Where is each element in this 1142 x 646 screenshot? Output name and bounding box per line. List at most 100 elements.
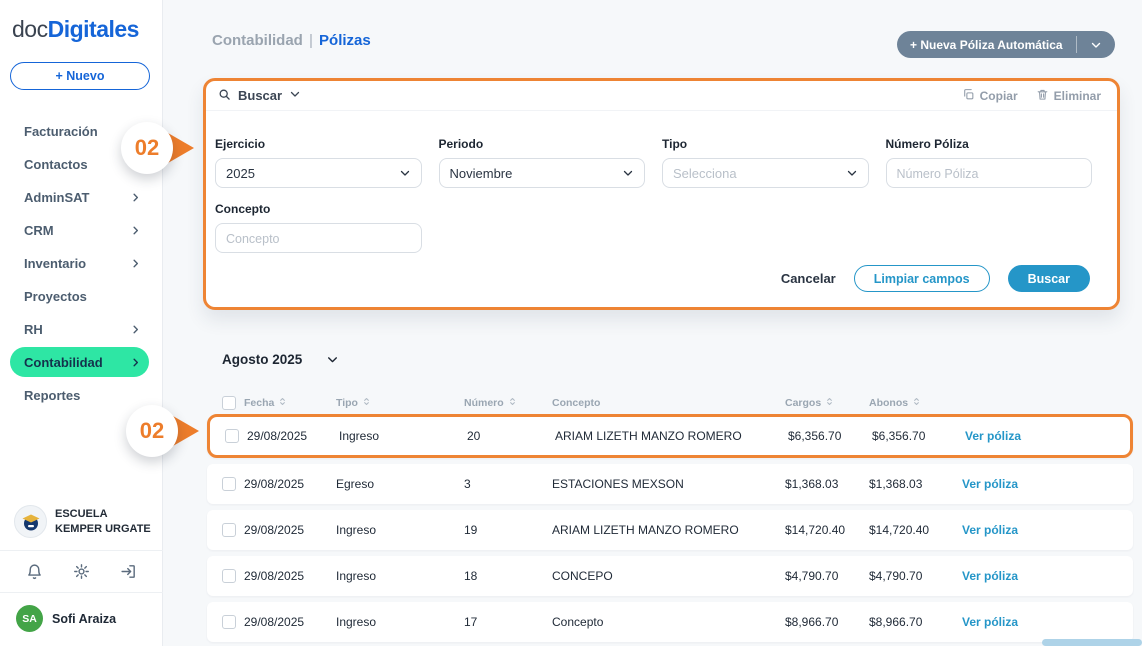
table-row[interactable]: 29/08/2025Ingreso17Concepto$8,966.70$8,9… — [207, 602, 1133, 642]
breadcrumb-section: Contabilidad — [212, 32, 303, 49]
copiar-button[interactable]: Copiar — [962, 88, 1018, 104]
row-checkbox[interactable] — [225, 429, 239, 443]
limpiar-campos-button[interactable]: Limpiar campos — [854, 265, 990, 292]
app-root: docDigitales + Nuevo FacturaciónContacto… — [0, 0, 1142, 646]
cell-tipo: Egreso — [336, 477, 464, 491]
ver-poliza-link[interactable]: Ver póliza — [962, 523, 1133, 537]
column-header-número[interactable]: Número — [464, 396, 552, 410]
table-row[interactable]: 29/08/2025Ingreso19ARIAM LIZETH MANZO RO… — [207, 510, 1133, 550]
sort-icon[interactable] — [912, 396, 921, 410]
sidebar-item-proyectos[interactable]: Proyectos — [10, 281, 149, 311]
sidebar-item-rh[interactable]: RH — [10, 314, 149, 344]
sidebar-item-label: Facturación — [24, 124, 98, 139]
sidebar-item-label: RH — [24, 322, 43, 337]
chevron-right-icon — [130, 357, 141, 368]
eliminar-button[interactable]: Eliminar — [1036, 88, 1101, 104]
ver-poliza-link[interactable]: Ver póliza — [965, 429, 1130, 443]
sidebar-item-label: CRM — [24, 223, 54, 238]
logo-doc-text: doc — [12, 16, 48, 42]
sort-icon[interactable] — [362, 396, 371, 410]
nueva-poliza-automatica-button[interactable]: + Nueva Póliza Automática — [897, 31, 1115, 58]
numero-poliza-input[interactable] — [886, 158, 1093, 188]
chevron-down-icon[interactable] — [326, 353, 339, 366]
user-profile[interactable]: SA Sofi Araiza — [0, 605, 163, 632]
divider — [0, 550, 163, 551]
horizontal-scrollbar[interactable] — [1042, 639, 1142, 646]
sort-icon[interactable] — [278, 396, 287, 410]
chevron-right-icon — [130, 324, 141, 335]
sidebar-item-crm[interactable]: CRM — [10, 215, 149, 245]
buscar-label: Buscar — [238, 88, 282, 103]
panel-actions: Copiar Eliminar — [962, 88, 1101, 104]
sort-icon[interactable] — [825, 396, 834, 410]
column-header-cargos[interactable]: Cargos — [785, 396, 869, 410]
ver-poliza-link[interactable]: Ver póliza — [962, 477, 1133, 491]
row-checkbox[interactable] — [222, 569, 236, 583]
search-form: Ejercicio 2025 Periodo Noviembre Tipo Se… — [206, 111, 1117, 253]
column-header-abonos[interactable]: Abonos — [869, 396, 962, 410]
ver-poliza-link[interactable]: Ver póliza — [962, 615, 1133, 629]
sidebar-item-adminsat[interactable]: AdminSAT — [10, 182, 149, 212]
cell-concepto: Concepto — [552, 615, 785, 629]
sidebar-item-contabilidad[interactable]: Contabilidad — [10, 347, 149, 377]
cell-fecha: 29/08/2025 — [244, 569, 336, 583]
cell-numero: 19 — [464, 523, 552, 537]
sidebar-item-reportes[interactable]: Reportes — [10, 380, 149, 410]
row-checkbox[interactable] — [222, 615, 236, 629]
row-checkbox[interactable] — [222, 523, 236, 537]
table-body: 29/08/2025Ingreso20ARIAM LIZETH MANZO RO… — [207, 414, 1133, 642]
search-icon — [218, 88, 231, 104]
chevron-down-icon — [399, 167, 411, 179]
sidebar-item-label: AdminSAT — [24, 190, 89, 205]
field-ejercicio: Ejercicio 2025 — [215, 111, 422, 188]
buscar-toggle[interactable]: Buscar — [218, 88, 301, 104]
bell-icon[interactable] — [26, 563, 43, 580]
cell-fecha: 29/08/2025 — [247, 429, 339, 443]
chevron-right-icon — [130, 258, 141, 269]
sort-icon[interactable] — [508, 396, 517, 410]
column-header-fecha[interactable]: Fecha — [244, 396, 336, 410]
user-name: Sofi Araiza — [52, 612, 116, 626]
cell-tipo: Ingreso — [339, 429, 467, 443]
tipo-select[interactable]: Selecciona — [662, 158, 869, 188]
account-name: ESCUELA KEMPER URGATE — [55, 507, 155, 536]
trash-icon — [1036, 88, 1049, 104]
column-label: Número — [464, 397, 504, 409]
select-all-checkbox[interactable] — [222, 396, 236, 410]
chevron-down-icon[interactable] — [1077, 39, 1115, 51]
field-tipo: Tipo Selecciona — [662, 111, 869, 188]
month-filter[interactable]: Agosto 2025 — [222, 352, 339, 367]
ejercicio-value: 2025 — [226, 166, 255, 181]
cell-concepto: ESTACIONES MEXSON — [552, 477, 785, 491]
cell-abonos: $8,966.70 — [869, 615, 962, 629]
cell-cargos: $4,790.70 — [785, 569, 869, 583]
cell-numero: 3 — [464, 477, 552, 491]
account-switcher[interactable]: ESCUELA KEMPER URGATE — [0, 505, 163, 538]
column-header-tipo[interactable]: Tipo — [336, 396, 464, 410]
cancelar-button[interactable]: Cancelar — [781, 271, 836, 286]
row-checkbox[interactable] — [222, 477, 236, 491]
sidebar-item-label: Inventario — [24, 256, 86, 271]
column-label: Fecha — [244, 397, 274, 409]
numero-poliza-label: Número Póliza — [886, 137, 1093, 151]
table-row[interactable]: 29/08/2025Ingreso18CONCEPO$4,790.70$4,79… — [207, 556, 1133, 596]
cell-abonos: $1,368.03 — [869, 477, 962, 491]
table-row[interactable]: 29/08/2025Ingreso20ARIAM LIZETH MANZO RO… — [207, 414, 1133, 458]
concepto-input[interactable] — [215, 223, 422, 253]
column-label: Tipo — [336, 397, 358, 409]
column-label: Cargos — [785, 397, 821, 409]
sidebar-item-inventario[interactable]: Inventario — [10, 248, 149, 278]
sidebar-footer: ESCUELA KEMPER URGATE SA Sofi Araiza — [0, 505, 163, 632]
table-row[interactable]: 29/08/2025Egreso3ESTACIONES MEXSON$1,368… — [207, 464, 1133, 504]
cell-cargos: $14,720.40 — [785, 523, 869, 537]
ver-poliza-link[interactable]: Ver póliza — [962, 569, 1133, 583]
ejercicio-label: Ejercicio — [215, 137, 422, 151]
nuevo-button[interactable]: + Nuevo — [10, 62, 150, 90]
logout-icon[interactable] — [120, 563, 137, 580]
ejercicio-select[interactable]: 2025 — [215, 158, 422, 188]
eliminar-label: Eliminar — [1054, 89, 1101, 103]
cell-numero: 18 — [464, 569, 552, 583]
buscar-button[interactable]: Buscar — [1008, 265, 1090, 292]
gear-icon[interactable] — [73, 563, 90, 580]
periodo-select[interactable]: Noviembre — [439, 158, 646, 188]
